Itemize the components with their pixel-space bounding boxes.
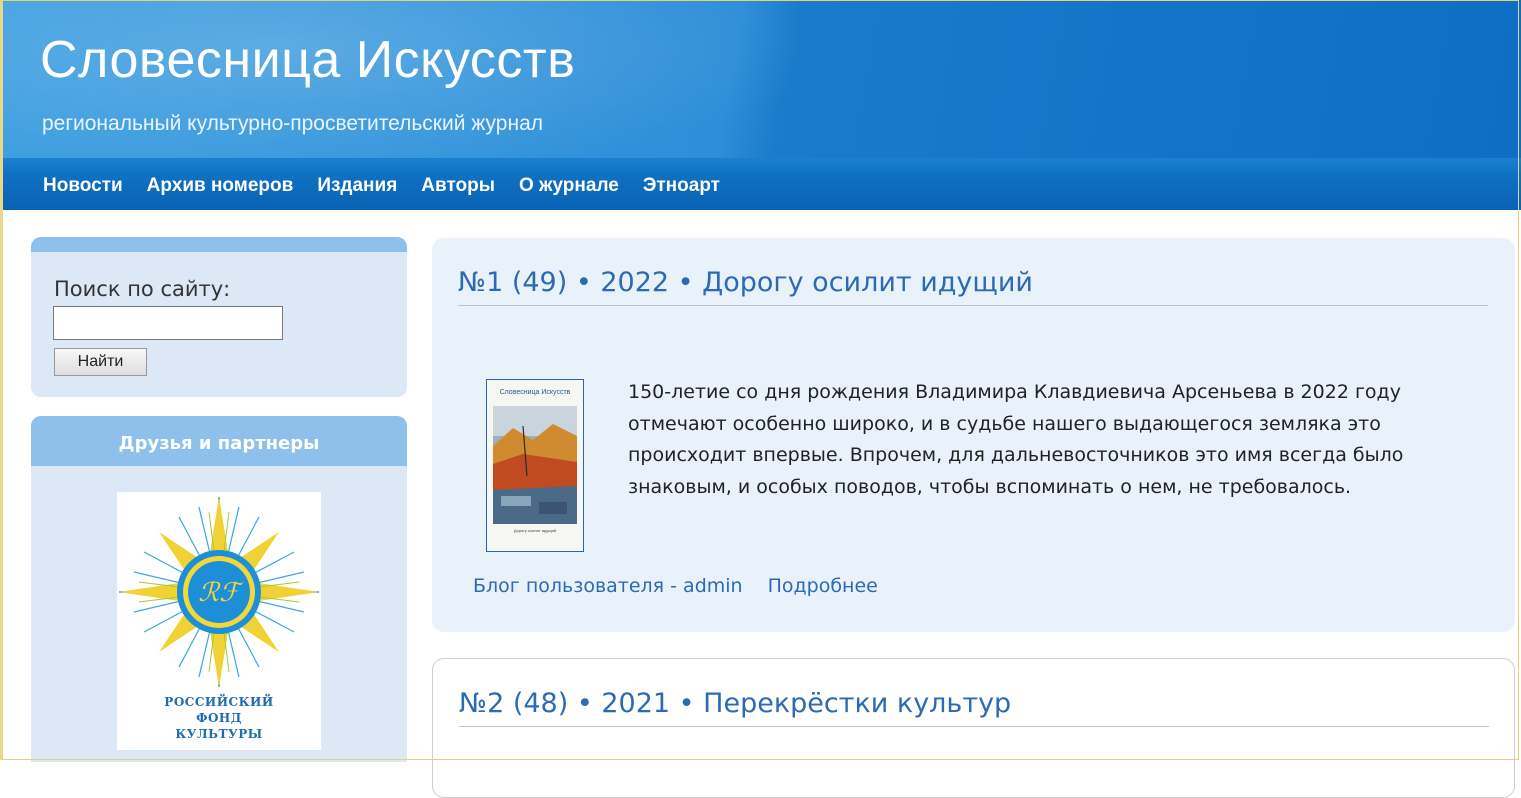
search-block: Поиск по сайту: Найти xyxy=(31,237,407,397)
site-title[interactable]: Словесница Искусств xyxy=(40,30,575,90)
search-label: Поиск по сайту: xyxy=(54,277,231,301)
issue-cover-image[interactable]: Словесница Искусств Дорогу осилит идущий xyxy=(486,379,584,552)
cover-painting-icon xyxy=(493,406,577,524)
search-button[interactable]: Найти xyxy=(54,348,147,376)
search-block-header xyxy=(31,237,407,252)
post-title-link[interactable]: №1 (49) • 2022 • Дорогу осилит идущий xyxy=(458,263,1033,303)
main-nav: Новости Архив номеров Издания Авторы О ж… xyxy=(0,158,1521,210)
title-divider xyxy=(459,726,1489,727)
partners-block: Друзья и партнеры ℛℱ РОССИЙСКИЙ ФОНД КУЛ… xyxy=(31,416,407,762)
read-more-link[interactable]: Подробнее xyxy=(768,575,878,597)
site-header: Словесница Искусств региональный культур… xyxy=(0,0,1521,158)
site-slogan: региональный культурно-просветительский … xyxy=(42,112,544,135)
title-divider xyxy=(458,305,1488,306)
nav-item-about[interactable]: О журнале xyxy=(519,174,619,198)
post-teaser: №2 (48) • 2021 • Перекрёстки культур xyxy=(432,658,1515,798)
nav-item-authors[interactable]: Авторы xyxy=(421,174,495,198)
post-links: Блог пользователя - admin Подробнее xyxy=(473,575,903,597)
author-blog-link[interactable]: Блог пользователя - admin xyxy=(473,575,743,597)
post-teaser: №1 (49) • 2022 • Дорогу осилит идущий Сл… xyxy=(432,238,1515,632)
search-input[interactable] xyxy=(53,306,283,340)
post-title-link[interactable]: №2 (48) • 2021 • Перекрёстки культур xyxy=(459,684,1011,724)
russian-culture-fund-logo[interactable]: ℛℱ РОССИЙСКИЙ ФОНД КУЛЬТУРЫ xyxy=(117,492,321,750)
cover-title: Словесница Искусств xyxy=(499,389,571,396)
partners-title: Друзья и партнеры xyxy=(31,416,407,466)
fund-logo-text: РОССИЙСКИЙ ФОНД КУЛЬТУРЫ xyxy=(164,695,274,741)
post-teaser-text: 150-летие со дня рождения Владимира Клав… xyxy=(628,381,1404,498)
nav-item-news[interactable]: Новости xyxy=(43,174,123,198)
nav-item-publications[interactable]: Издания xyxy=(317,174,397,198)
fund-emblem-icon: ℛℱ xyxy=(119,497,319,687)
svg-text:ℛℱ: ℛℱ xyxy=(198,578,244,608)
cover-subtitle: Дорогу осилит идущий xyxy=(513,528,557,533)
nav-item-archive[interactable]: Архив номеров xyxy=(147,174,294,198)
nav-item-ethnoart[interactable]: Этноарт xyxy=(643,174,720,198)
